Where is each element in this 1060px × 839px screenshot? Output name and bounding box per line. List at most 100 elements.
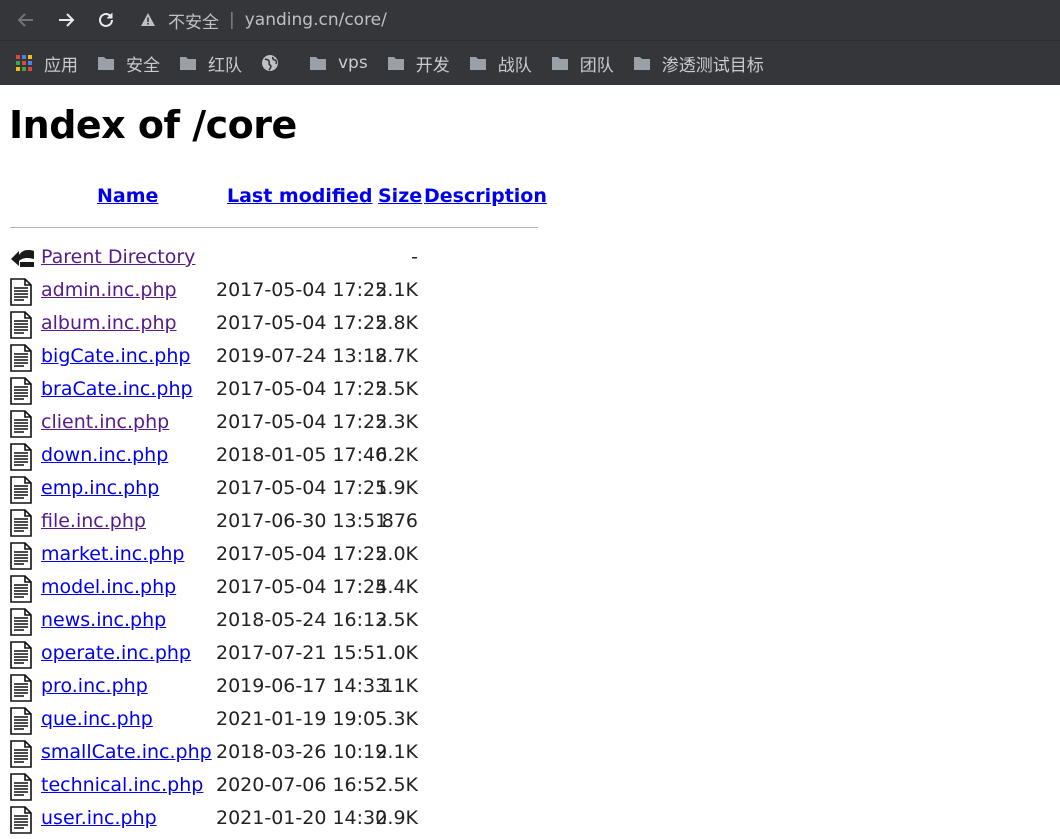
file-row: bigCate.inc.php 2019-07-24 13:18 2.7K — [10, 343, 610, 376]
back-button[interactable] — [12, 6, 40, 34]
file-link[interactable]: news.inc.php — [41, 609, 166, 631]
bookmark-globe[interactable] — [260, 48, 290, 78]
file-modified: 2017-05-04 17:25 — [216, 378, 388, 400]
text-file-icon — [10, 311, 34, 339]
file-size: 4.4K — [375, 576, 418, 598]
parent-size: - — [411, 246, 418, 268]
bookmark-label: vps — [338, 53, 368, 73]
text-file-icon — [10, 377, 34, 405]
parent-directory-row: Parent Directory - — [10, 244, 610, 277]
page-content: Index of /core Name Last modified Size D… — [0, 85, 1060, 834]
sort-by-description-link[interactable]: Description — [424, 185, 547, 207]
file-link[interactable]: technical.inc.php — [41, 774, 203, 796]
file-modified: 2021-01-20 14:30 — [216, 807, 388, 829]
sort-by-name-link[interactable]: Name — [97, 185, 158, 207]
file-link[interactable]: client.inc.php — [41, 411, 169, 433]
file-link[interactable]: user.inc.php — [41, 807, 157, 829]
forward-button[interactable] — [52, 6, 80, 34]
file-modified: 2018-05-24 16:13 — [216, 609, 388, 631]
file-link[interactable]: smallCate.inc.php — [41, 741, 212, 763]
url-text[interactable]: yanding.cn/core/ — [245, 10, 387, 30]
bookmark-label: 开发 — [415, 55, 450, 76]
file-size: 2.0K — [375, 543, 418, 565]
page-title: Index of /core — [9, 103, 297, 147]
file-link[interactable]: market.inc.php — [41, 543, 184, 565]
file-size: 2.7K — [375, 345, 418, 367]
file-size: 2.3K — [375, 411, 418, 433]
folder-icon — [308, 53, 328, 73]
apps-grid-icon — [14, 53, 34, 73]
file-link[interactable]: file.inc.php — [41, 510, 146, 532]
file-link[interactable]: pro.inc.php — [41, 675, 148, 697]
file-row: client.inc.php 2017-05-04 17:25 2.3K — [10, 409, 610, 442]
file-link[interactable]: bigCate.inc.php — [41, 345, 190, 367]
file-link[interactable]: album.inc.php — [41, 312, 177, 334]
file-row: smallCate.inc.php 2018-03-26 10:19 2.1K — [10, 739, 610, 772]
table-header: Name Last modified Size Description — [10, 183, 547, 215]
file-size: 1.9K — [375, 477, 418, 499]
folder-icon — [178, 53, 198, 73]
bookmark-folder-vps[interactable]: vps — [308, 48, 368, 78]
bookmark-apps[interactable]: 应用 — [14, 48, 78, 78]
bookmark-folder-dev[interactable]: 开发 — [386, 48, 450, 78]
text-file-icon — [10, 707, 34, 735]
file-link[interactable]: emp.inc.php — [41, 477, 159, 499]
text-file-icon — [10, 575, 34, 603]
file-link[interactable]: operate.inc.php — [41, 642, 191, 664]
text-file-icon — [10, 641, 34, 669]
file-row: user.inc.php 2021-01-20 14:30 2.9K — [10, 805, 610, 838]
file-size: 1.0K — [375, 642, 418, 664]
bookmark-label: 团队 — [579, 55, 614, 76]
text-file-icon — [10, 410, 34, 438]
file-rows: Parent Directory - admin.inc.php 2017-05-… — [10, 244, 610, 838]
file-modified: 2021-01-19 19:05 — [216, 708, 388, 730]
file-size: 2.9K — [375, 807, 418, 829]
text-file-icon — [10, 278, 34, 306]
file-modified: 2019-06-17 14:33 — [216, 675, 388, 697]
file-modified: 2018-03-26 10:19 — [216, 741, 388, 763]
text-file-icon — [10, 509, 34, 537]
security-label[interactable]: 不安全 — [168, 8, 219, 33]
file-link[interactable]: que.inc.php — [41, 708, 153, 730]
text-file-icon — [10, 542, 34, 570]
sort-by-size-link[interactable]: Size — [378, 185, 422, 207]
bookmark-folder-team-tuan[interactable]: 团队 — [550, 48, 614, 78]
bookmark-folder-pentest-targets[interactable]: 渗透测试目标 — [632, 48, 764, 78]
text-file-icon — [10, 443, 34, 471]
file-size: 2.8K — [375, 312, 418, 334]
bookmark-folder-security[interactable]: 安全 — [96, 48, 160, 78]
bookmark-label: 应用 — [44, 55, 78, 76]
text-file-icon — [10, 344, 34, 372]
arrow-left-icon — [17, 13, 33, 27]
file-link[interactable]: down.inc.php — [41, 444, 168, 466]
url-separator: | — [229, 10, 235, 30]
file-modified: 2020-07-06 16:52 — [216, 774, 388, 796]
text-file-icon — [10, 773, 34, 801]
address-bar[interactable]: 不安全 | yanding.cn/core/ — [140, 4, 1040, 36]
parent-directory-link[interactable]: Parent Directory — [41, 246, 195, 268]
back-arrow-icon — [10, 245, 34, 273]
text-file-icon — [10, 806, 34, 834]
file-row: que.inc.php 2021-01-19 19:05 5.3K — [10, 706, 610, 739]
text-file-icon — [10, 740, 34, 768]
bookmark-folder-team-zhan[interactable]: 战队 — [468, 48, 532, 78]
file-size: 6.2K — [375, 444, 418, 466]
file-row: pro.inc.php 2019-06-17 14:33 11K — [10, 673, 610, 706]
file-row: album.inc.php 2017-05-04 17:25 2.8K — [10, 310, 610, 343]
file-link[interactable]: model.inc.php — [41, 576, 176, 598]
file-link[interactable]: braCate.inc.php — [41, 378, 193, 400]
sort-by-modified-link[interactable]: Last modified — [227, 185, 372, 207]
header-divider — [10, 227, 538, 228]
file-modified: 2018-01-05 17:40 — [216, 444, 388, 466]
folder-icon — [550, 53, 570, 73]
text-file-icon — [10, 674, 34, 702]
file-row: news.inc.php 2018-05-24 16:13 2.5K — [10, 607, 610, 640]
bookmark-label: 渗透测试目标 — [661, 55, 764, 76]
reload-button[interactable] — [92, 6, 120, 34]
file-size: 2.1K — [375, 741, 418, 763]
bookmark-folder-redteam[interactable]: 红队 — [178, 48, 242, 78]
folder-icon — [386, 53, 406, 73]
file-size: 2.5K — [375, 774, 418, 796]
file-link[interactable]: admin.inc.php — [41, 279, 177, 301]
folder-icon — [632, 53, 652, 73]
